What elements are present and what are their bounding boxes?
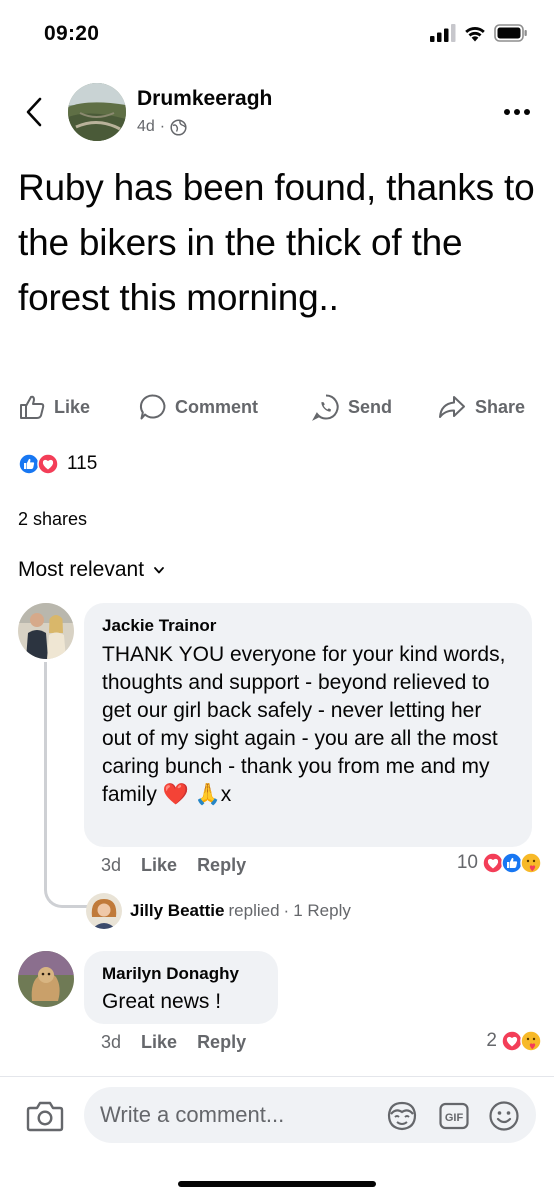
group-avatar-image bbox=[68, 83, 126, 141]
comment-reaction-count: 2 bbox=[486, 1030, 497, 1051]
more-dot-icon bbox=[504, 109, 510, 115]
care-reaction-icon bbox=[520, 1030, 542, 1052]
chevron-left-icon bbox=[26, 97, 42, 127]
group-name[interactable]: Drumkeeragh bbox=[137, 87, 272, 111]
comment-like-button[interactable]: Like bbox=[141, 1032, 177, 1053]
comment-reactions[interactable]: 10 bbox=[457, 852, 542, 874]
view-replies-link[interactable]: Jilly Beattie replied · 1 Reply bbox=[86, 893, 351, 929]
comment-text: Great news ! bbox=[102, 990, 222, 1013]
comment-reactions[interactable]: 2 bbox=[486, 1030, 542, 1052]
comment-reply-button[interactable]: Reply bbox=[197, 1032, 246, 1053]
sort-label: Most relevant bbox=[18, 558, 145, 581]
more-options-button[interactable] bbox=[500, 98, 534, 126]
like-label: Like bbox=[54, 396, 91, 417]
share-count[interactable]: 2 shares bbox=[18, 509, 87, 530]
replier-photo bbox=[86, 893, 122, 929]
comment-sort-dropdown[interactable]: Most relevant bbox=[18, 558, 164, 582]
more-dot-icon bbox=[514, 109, 520, 115]
comment-author[interactable]: Marilyn Donaghy bbox=[102, 963, 260, 985]
comment-reply-button[interactable]: Reply bbox=[197, 855, 246, 876]
comment-label: Comment bbox=[175, 396, 259, 417]
home-indicator bbox=[178, 1181, 376, 1187]
reply-separator: · bbox=[283, 901, 290, 920]
share-button[interactable]: Share bbox=[437, 386, 525, 428]
reactions-summary[interactable]: 115 bbox=[18, 450, 97, 478]
reaction-count: 115 bbox=[67, 453, 98, 474]
chevron-down-icon bbox=[154, 566, 164, 573]
comment-icon bbox=[139, 394, 166, 420]
camera-icon bbox=[26, 1101, 64, 1132]
globe-icon bbox=[170, 118, 187, 136]
status-time: 09:20 bbox=[44, 22, 100, 45]
comment-bubble[interactable]: Marilyn Donaghy Great news ! bbox=[84, 951, 278, 1024]
comment-bubble[interactable]: Jackie Trainor THANK YOU everyone for yo… bbox=[84, 603, 532, 847]
avatar-sticker-button[interactable] bbox=[386, 1100, 418, 1132]
send-label: Send bbox=[348, 396, 393, 417]
comment-button[interactable]: Comment bbox=[139, 386, 258, 428]
comment-like-button[interactable]: Like bbox=[141, 855, 177, 876]
post-actions: Like Comment Send Share bbox=[0, 386, 554, 428]
share-icon bbox=[439, 396, 465, 418]
comment-reaction-count: 10 bbox=[456, 852, 478, 873]
signal-icon bbox=[430, 24, 456, 42]
gif-icon: GIF bbox=[439, 1102, 469, 1130]
whatsapp-icon bbox=[312, 394, 339, 421]
gif-button[interactable]: GIF bbox=[438, 1100, 470, 1132]
group-avatar[interactable] bbox=[68, 83, 126, 141]
comment-author[interactable]: Jackie Trainor bbox=[102, 615, 514, 637]
back-button[interactable] bbox=[18, 92, 50, 132]
emoji-icon bbox=[489, 1101, 519, 1131]
avatar[interactable] bbox=[86, 893, 122, 929]
comment-time[interactable]: 3d bbox=[101, 855, 121, 876]
reply-count: 1 Reply bbox=[293, 901, 351, 920]
meta-separator: · bbox=[159, 118, 166, 135]
avatar[interactable] bbox=[18, 603, 74, 659]
post-text: Ruby has been found, thanks to the biker… bbox=[18, 167, 535, 318]
commenter-photo bbox=[18, 951, 74, 1007]
care-reaction-icon bbox=[520, 852, 542, 874]
camera-button[interactable] bbox=[26, 1099, 64, 1133]
reaction-icons bbox=[18, 453, 59, 475]
more-dot-icon bbox=[524, 109, 530, 115]
thumbs-up-icon bbox=[20, 395, 45, 419]
love-reaction-icon bbox=[37, 453, 59, 475]
comment-time[interactable]: 3d bbox=[101, 1032, 121, 1053]
emoji-button[interactable] bbox=[488, 1100, 520, 1132]
replier-name: Jilly Beattie bbox=[130, 901, 225, 920]
avatar[interactable] bbox=[18, 951, 74, 1007]
wifi-icon bbox=[465, 26, 485, 42]
status-icons bbox=[430, 24, 528, 42]
comment-meta: 3d Like Reply bbox=[101, 1032, 246, 1053]
comment-text: THANK YOU everyone for your kind words, … bbox=[102, 643, 506, 806]
post-age[interactable]: 4d bbox=[137, 118, 155, 136]
send-button[interactable]: Send bbox=[312, 386, 392, 428]
share-label: Share bbox=[475, 396, 526, 417]
post-header: Drumkeeragh 4d · bbox=[0, 80, 554, 144]
replied-verb: replied bbox=[228, 901, 280, 920]
commenter-photo bbox=[18, 603, 74, 659]
like-button[interactable]: Like bbox=[18, 386, 90, 428]
post-meta: 4d · bbox=[137, 118, 187, 136]
avatar-sticker-icon bbox=[387, 1101, 417, 1131]
comment-meta: 3d Like Reply bbox=[101, 855, 246, 876]
comment-composer: GIF bbox=[0, 1076, 554, 1154]
status-bar: 09:20 bbox=[0, 0, 554, 70]
battery-icon bbox=[494, 24, 527, 42]
svg-text:GIF: GIF bbox=[445, 1112, 464, 1124]
